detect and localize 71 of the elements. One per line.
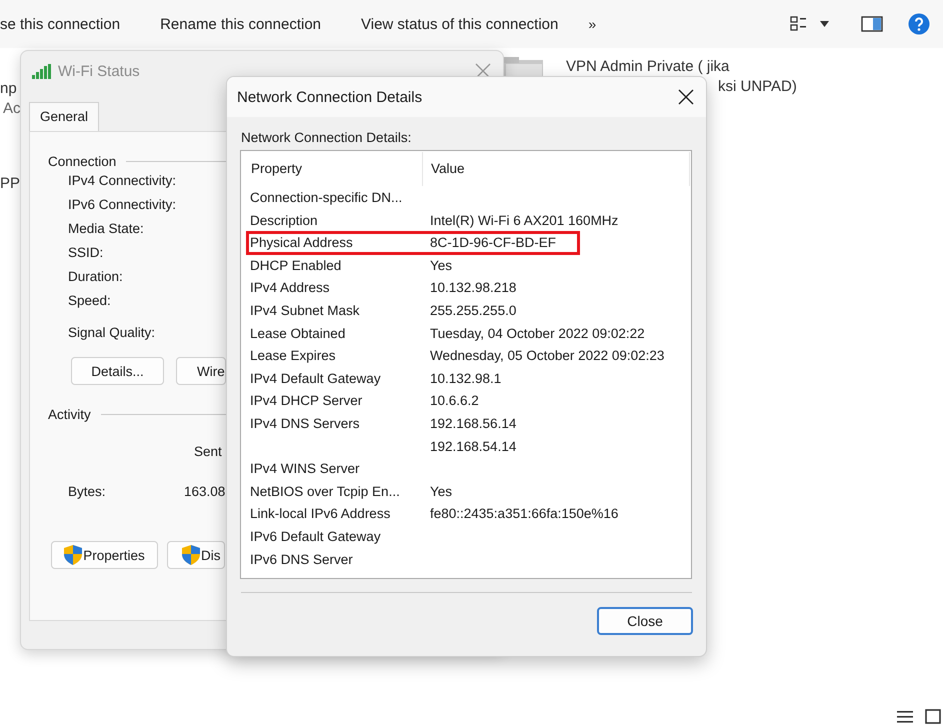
value-cell-text: Yes [430, 256, 452, 275]
property-cell-text: IPv4 Address [250, 279, 331, 298]
toolbar-command[interactable]: Rename this connection [160, 16, 322, 32]
window-title: Wi-Fi Status [58, 62, 140, 80]
preview-pane-icon[interactable] [861, 16, 883, 32]
value-cell-text: 10.6.6.2 [430, 392, 479, 410]
shield-icon [182, 545, 200, 565]
item-name-fragment: np [0, 80, 17, 97]
shield-icon [64, 545, 82, 565]
field-label: Duration: [68, 268, 123, 286]
property-cell-text: IPv4 Subnet Mask [250, 302, 361, 320]
property-cell-text: IPv4 WINS Server [250, 460, 361, 478]
property-cell-text: IPv4 DNS Servers [250, 414, 361, 433]
dialog-button[interactable]: Dis [167, 541, 225, 569]
field-label: Signal Quality: [68, 324, 156, 342]
property-cell-text: Lease Obtained [250, 324, 346, 343]
property-cell-text: Link-local IPv6 Address [250, 505, 392, 524]
toolbar-command[interactable]: View status of this connection [361, 16, 558, 32]
tab[interactable]: General [29, 102, 100, 132]
tiles-view-icon[interactable] [925, 709, 941, 724]
view-options-icon[interactable] [790, 16, 808, 32]
dialog-title: Network Connection Details [237, 88, 422, 106]
property-cell-text: DHCP Enabled [250, 256, 342, 275]
property-cell-text: IPv6 DNS Server [250, 550, 354, 568]
item-name-fragment: PP [0, 175, 20, 192]
close-icon[interactable] [678, 89, 694, 105]
value-cell-text: Yes [430, 482, 452, 501]
field-label: IPv6 Connectivity: [68, 196, 176, 214]
group-caption: Network Connection Details: [241, 130, 412, 145]
details-button[interactable]: Details... [71, 357, 164, 385]
value-cell-text: 192.168.56.14 [430, 414, 516, 433]
column-header[interactable]: Property [250, 152, 423, 186]
value-cell-text: Intel(R) Wi-Fi 6 AX201 160MHz [430, 212, 618, 230]
value-cell-text: 8C-1D-96-CF-BD-EF [430, 234, 556, 252]
property-cell-text: Physical Address [250, 234, 354, 252]
item-name-fragment: Ac [3, 100, 21, 117]
value-cell-text: fe80::2435:a351:66fa:150e%16 [430, 505, 618, 524]
value-cell-text: 192.168.54.14 [430, 438, 516, 456]
value-cell-text: Tuesday, 04 October 2022 09:02:22 [430, 324, 645, 343]
connection-name: ksi UNPAD) [718, 78, 797, 95]
signal-icon [32, 64, 52, 78]
property-cell-text: IPv4 DHCP Server [250, 392, 364, 410]
properties-button[interactable]: Properties [51, 541, 158, 569]
property-cell-text: NetBIOS over Tcpip En... [250, 482, 401, 501]
property-cell-text: Lease Expires [250, 347, 337, 366]
value-cell-text: 10.132.98.1 [430, 370, 502, 388]
field-label: SSID: [68, 244, 104, 262]
value-cell-text: Wednesday, 05 October 2022 09:02:23 [430, 347, 664, 366]
property-cell-text: Connection-specific DN... [250, 189, 404, 207]
dialog-button[interactable]: Wire [176, 357, 226, 385]
caret-icon[interactable] [820, 21, 829, 27]
help-icon[interactable] [908, 13, 930, 35]
value-cell-text: 10.132.98.218 [430, 279, 516, 298]
more-commands-button[interactable]: » [588, 16, 596, 32]
column-header[interactable]: Value [423, 152, 690, 186]
details-view-icon[interactable] [897, 710, 913, 724]
field-label: Speed: [68, 292, 111, 310]
value-cell-text: 255.255.255.0 [430, 302, 516, 320]
field-label: IPv4 Connectivity: [68, 172, 176, 190]
section-heading: Connection [48, 154, 116, 169]
field-label: Bytes: [68, 484, 107, 499]
column-label: Sent [194, 444, 222, 459]
section-heading: Activity [48, 407, 91, 422]
property-cell-text: IPv4 Default Gateway [250, 370, 382, 388]
property-cell-text: IPv6 Default Gateway [250, 528, 382, 546]
connection-name: VPN Admin Private ( jika [566, 58, 730, 75]
field-value: 163.08 [184, 484, 226, 499]
close-button[interactable]: Close [597, 607, 693, 635]
property-cell-text: Description [250, 212, 319, 230]
field-label: Media State: [68, 220, 144, 238]
toolbar-command[interactable]: se this connection [0, 16, 120, 32]
